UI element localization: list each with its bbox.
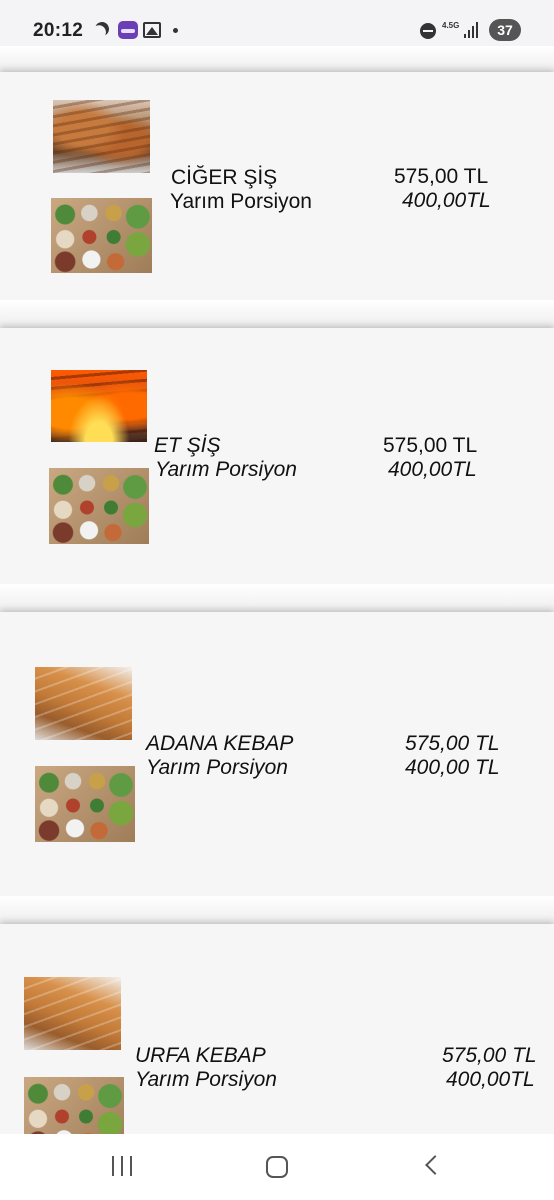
status-bar: 20:12 4.5G 37 [0, 0, 554, 46]
battery-icon: 37 [489, 19, 521, 41]
item-name: ADANA KEBAP [146, 732, 294, 755]
half-price: 400,00TL [402, 189, 491, 212]
divider [0, 46, 554, 72]
do-not-disturb-icon [420, 23, 436, 39]
meat-skewer-photo [51, 370, 147, 442]
network-type-label: 4.5G [442, 21, 460, 30]
portion-label: Yarım Porsiyon [146, 756, 288, 779]
home-icon[interactable] [266, 1156, 288, 1178]
divider [0, 896, 554, 924]
image-icon [143, 22, 161, 38]
mezze-platter-photo [35, 766, 135, 842]
mezze-platter-photo [49, 468, 149, 544]
portion-label: Yarım Porsiyon [170, 190, 312, 213]
menu-item-urfa-kebap[interactable]: URFA KEBAP Yarım Porsiyon 575,00 TL 400,… [0, 924, 554, 1134]
back-icon[interactable] [425, 1155, 445, 1175]
portion-label: Yarım Porsiyon [135, 1068, 277, 1091]
menu-item-et-sis[interactable]: ET ŞİŞ Yarım Porsiyon 575,00 TL 400,00TL [0, 328, 554, 584]
menu-item-adana-kebap[interactable]: ADANA KEBAP Yarım Porsiyon 575,00 TL 400… [0, 612, 554, 896]
full-price: 575,00 TL [405, 732, 500, 755]
half-price: 400,00TL [446, 1068, 535, 1091]
full-price: 575,00 TL [442, 1044, 537, 1067]
divider [0, 300, 554, 328]
moon-icon [93, 20, 111, 38]
navigation-bar [0, 1134, 554, 1200]
mezze-platter-photo [24, 1077, 124, 1134]
signal-icon [464, 22, 482, 38]
menu-item-ciger-sis[interactable]: CİĞER ŞİŞ Yarım Porsiyon 575,00 TL 400,0… [0, 72, 554, 300]
mezze-platter-photo [51, 198, 152, 273]
app-badge-icon [118, 21, 138, 39]
full-price: 575,00 TL [383, 434, 478, 457]
item-name: ET ŞİŞ [154, 434, 221, 457]
half-price: 400,00 TL [405, 756, 500, 779]
liver-skewer-photo [53, 100, 150, 173]
menu-list[interactable]: CİĞER ŞİŞ Yarım Porsiyon 575,00 TL 400,0… [0, 46, 554, 1134]
item-name: CİĞER ŞİŞ [171, 166, 278, 189]
recents-icon[interactable] [112, 1156, 134, 1176]
divider [0, 584, 554, 612]
item-name: URFA KEBAP [135, 1044, 266, 1067]
portion-label: Yarım Porsiyon [155, 458, 297, 481]
notification-dot-icon [173, 28, 178, 33]
adana-kebab-photo [35, 667, 132, 740]
full-price: 575,00 TL [394, 165, 489, 188]
half-price: 400,00TL [388, 458, 477, 481]
status-time: 20:12 [33, 20, 84, 41]
urfa-kebab-photo [24, 977, 121, 1050]
